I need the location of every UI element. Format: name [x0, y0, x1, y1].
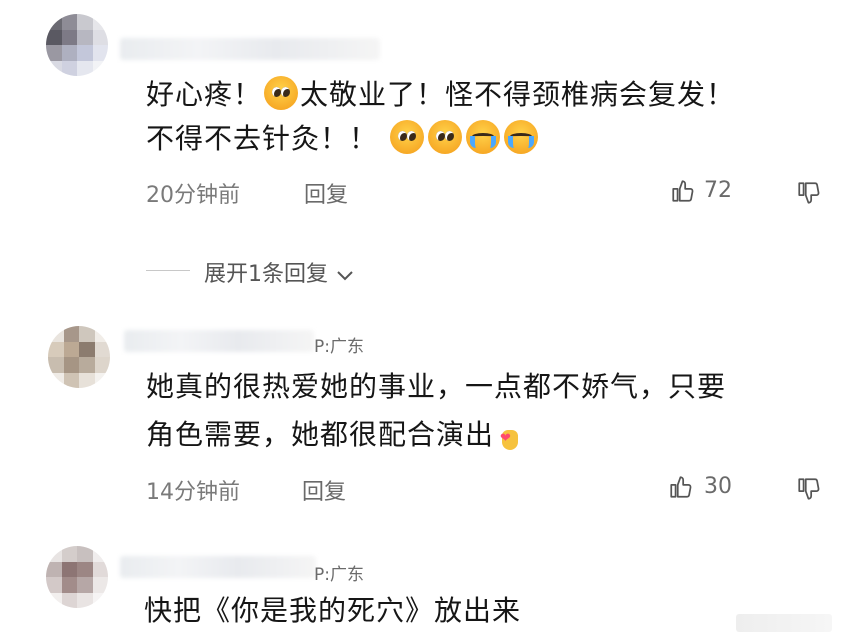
username-blurred[interactable] — [124, 330, 314, 352]
pleading-face-icon — [389, 120, 424, 154]
chevron-down-icon — [337, 271, 353, 281]
username-blurred[interactable] — [120, 556, 316, 578]
crying-face-icon — [465, 120, 500, 154]
comment-text: 不得不去针灸！！ — [146, 114, 540, 164]
comment-text: 好心疼！ 太敬业了！怪不得颈椎病会复发！ — [146, 76, 736, 111]
pleading-face-icon — [427, 120, 462, 154]
ip-location: P:广东 — [314, 337, 364, 357]
timestamp: 20分钟前 — [146, 183, 240, 208]
thumbs-up-icon[interactable] — [670, 178, 696, 204]
finger-heart-icon — [498, 414, 520, 464]
avatar[interactable] — [46, 546, 108, 608]
comment-text: 角色需要，她都很配合演出 — [146, 410, 520, 464]
crying-face-icon — [503, 120, 538, 154]
avatar[interactable] — [48, 326, 110, 388]
expand-replies-label: 展开1条回复 — [204, 262, 328, 287]
reply-button[interactable]: 回复 — [302, 474, 346, 506]
comment-text: 她真的很热爱她的事业，一点都不娇气，只要 — [146, 370, 727, 403]
ip-location: P:广东 — [314, 565, 364, 585]
avatar[interactable] — [46, 14, 108, 76]
thumbs-down-icon[interactable] — [796, 476, 822, 502]
timestamp: 14分钟前 — [146, 480, 240, 505]
reply-button[interactable]: 回复 — [304, 177, 348, 209]
comment-text: 快把《你是我的死穴》放出来 — [144, 594, 522, 627]
pleading-face-icon — [264, 76, 299, 110]
like-count: 72 — [704, 178, 732, 203]
expand-divider — [146, 270, 190, 271]
expand-replies-button[interactable]: 展开1条回复 — [204, 256, 355, 288]
username-blurred[interactable] — [120, 38, 380, 60]
thumbs-down-icon[interactable] — [796, 180, 822, 206]
thumbs-up-icon[interactable] — [668, 474, 694, 500]
watermark-logo — [736, 614, 832, 632]
like-count: 30 — [704, 474, 732, 499]
